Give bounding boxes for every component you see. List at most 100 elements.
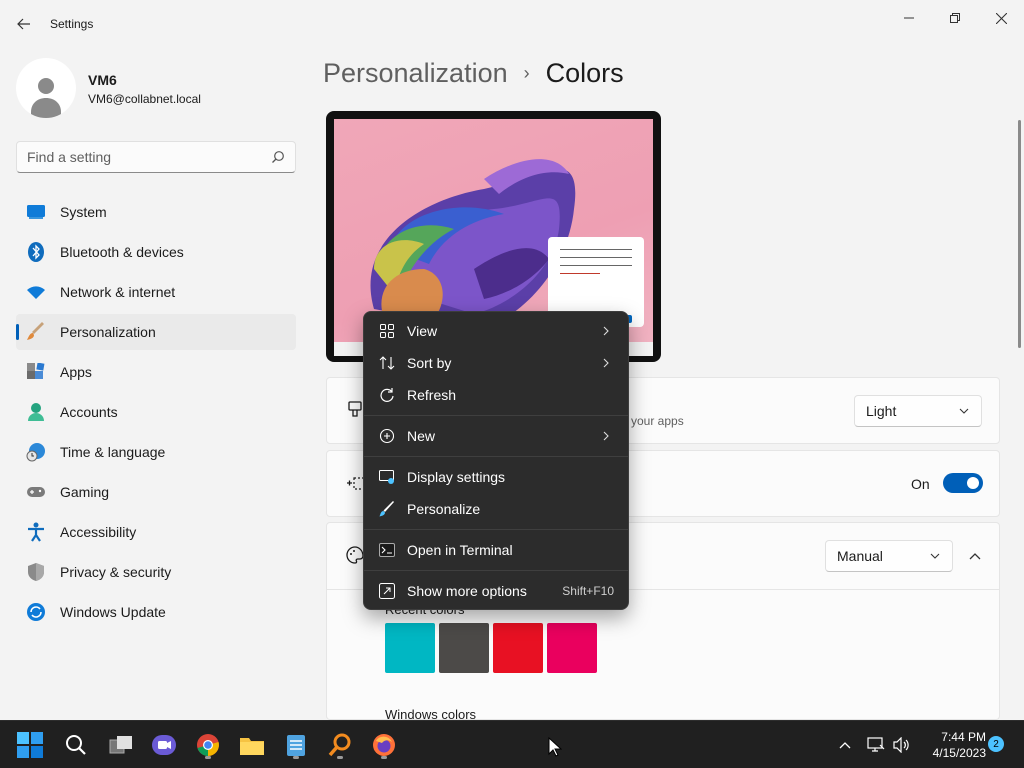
context-item-new[interactable]: New (368, 421, 624, 451)
title-bar: Settings (0, 0, 1024, 48)
keyboard-shortcut: Shift+F10 (562, 584, 614, 598)
firefox-icon (373, 734, 395, 756)
menu-separator (364, 456, 628, 457)
notepad-icon (287, 735, 305, 756)
chevron-right-icon (603, 431, 609, 441)
speaker-icon (893, 737, 909, 753)
taskbar-clock[interactable]: 7:44 PM 4/15/2023 (912, 729, 986, 761)
toggle-state-label: On (911, 476, 930, 492)
sidebar-item-label: Time & language (60, 444, 166, 460)
context-item-view[interactable]: View (368, 316, 624, 346)
clock-time: 7:44 PM (941, 730, 986, 744)
menu-separator (364, 415, 628, 416)
running-indicator (337, 756, 343, 759)
sidebar-item-bluetooth[interactable]: Bluetooth & devices (16, 234, 296, 270)
color-swatch[interactable] (385, 623, 435, 673)
chrome-app-button[interactable] (192, 729, 224, 761)
sidebar-item-windows-update[interactable]: Windows Update (16, 594, 296, 630)
sidebar-item-gaming[interactable]: Gaming (16, 474, 296, 510)
person-silhouette-icon (31, 78, 61, 118)
person-icon (26, 402, 46, 422)
context-item-label: Show more options (407, 583, 527, 599)
running-indicator (381, 756, 387, 759)
accent-color-dropdown[interactable]: Manual (825, 540, 953, 572)
accent-dropdown-value: Manual (837, 548, 883, 564)
palette-icon (346, 546, 364, 564)
clock-date: 4/15/2023 (932, 746, 986, 760)
context-item-personalize[interactable]: Personalize (368, 494, 624, 524)
breadcrumb-parent[interactable]: Personalization (323, 58, 508, 89)
chevron-down-icon (959, 408, 969, 414)
color-swatch[interactable] (493, 623, 543, 673)
app-title: Settings (50, 17, 94, 31)
restore-button[interactable] (932, 4, 978, 32)
running-indicator (293, 756, 299, 759)
sidebar-item-accounts[interactable]: Accounts (16, 394, 296, 430)
search-icon[interactable] (271, 150, 285, 164)
sidebar-item-network[interactable]: Network & internet (16, 274, 296, 310)
monitor-icon (26, 202, 46, 222)
context-item-refresh[interactable]: Refresh (368, 380, 624, 410)
notepad-button[interactable] (280, 729, 312, 761)
search-tool-app-button[interactable] (324, 729, 356, 761)
sidebar-item-label: Accounts (60, 404, 118, 420)
magnifier-app-icon (328, 733, 351, 757)
transparency-effects-icon (347, 477, 365, 490)
teams-chat-button[interactable] (148, 729, 180, 761)
close-button[interactable] (978, 4, 1024, 32)
refresh-icon (379, 387, 395, 403)
task-view-button[interactable] (105, 729, 137, 761)
sidebar-item-apps[interactable]: Apps (16, 354, 296, 390)
sidebar-item-label: Network & internet (60, 284, 176, 300)
context-item-display-settings[interactable]: Display settings (368, 462, 624, 492)
sort-icon (379, 355, 395, 371)
sidebar-item-privacy[interactable]: Privacy & security (16, 554, 296, 590)
search-input[interactable] (17, 142, 257, 172)
mode-dropdown[interactable]: Light (854, 395, 982, 427)
chevron-right-icon (603, 326, 609, 336)
context-item-show-more-options[interactable]: Show more options Shift+F10 (368, 576, 624, 606)
gamepad-icon (26, 482, 46, 502)
chrome-icon (197, 734, 219, 756)
more-options-icon (379, 583, 395, 599)
minimize-icon (904, 17, 914, 19)
user-profile[interactable]: VM6 VM6@collabnet.local (16, 58, 296, 118)
transparency-toggle[interactable] (943, 473, 983, 493)
sidebar-item-label: Accessibility (60, 524, 137, 540)
sidebar-item-personalization[interactable]: Personalization (16, 314, 296, 350)
scrollbar[interactable] (1018, 120, 1021, 348)
user-email: VM6@collabnet.local (88, 92, 201, 106)
start-button[interactable] (14, 729, 46, 761)
context-item-sort-by[interactable]: Sort by (368, 348, 624, 378)
sidebar-item-system[interactable]: System (16, 194, 296, 230)
volume-tray-button[interactable] (892, 735, 912, 755)
mode-dropdown-value: Light (866, 403, 897, 419)
context-item-label: Sort by (407, 355, 452, 371)
apps-icon (26, 362, 46, 382)
context-item-label: View (407, 323, 438, 339)
taskbar-search-button[interactable] (60, 729, 92, 761)
context-item-open-terminal[interactable]: Open in Terminal (368, 535, 624, 565)
paintbrush-icon (26, 322, 46, 342)
menu-separator (364, 570, 628, 571)
firefox-app-button[interactable] (368, 729, 400, 761)
mouse-cursor-icon (548, 737, 562, 757)
mode-description: d your apps (621, 414, 684, 428)
network-tray-button[interactable] (866, 735, 886, 755)
minimize-button[interactable] (886, 4, 932, 32)
plus-circle-icon (379, 428, 395, 444)
file-explorer-button[interactable] (236, 729, 268, 761)
show-hidden-icons-button[interactable] (835, 735, 855, 755)
wifi-icon (26, 282, 46, 302)
sidebar-item-label: System (60, 204, 107, 220)
chat-video-icon (152, 735, 176, 755)
close-icon (995, 12, 1007, 24)
context-item-label: Refresh (407, 387, 457, 403)
back-button[interactable] (10, 10, 38, 38)
collapse-button[interactable] (961, 543, 989, 571)
color-swatch[interactable] (547, 623, 597, 673)
sidebar-item-time-language[interactable]: Time & language (16, 434, 296, 470)
sidebar-item-accessibility[interactable]: Accessibility (16, 514, 296, 550)
notification-badge[interactable]: 2 (988, 736, 1004, 752)
color-swatch[interactable] (439, 623, 489, 673)
